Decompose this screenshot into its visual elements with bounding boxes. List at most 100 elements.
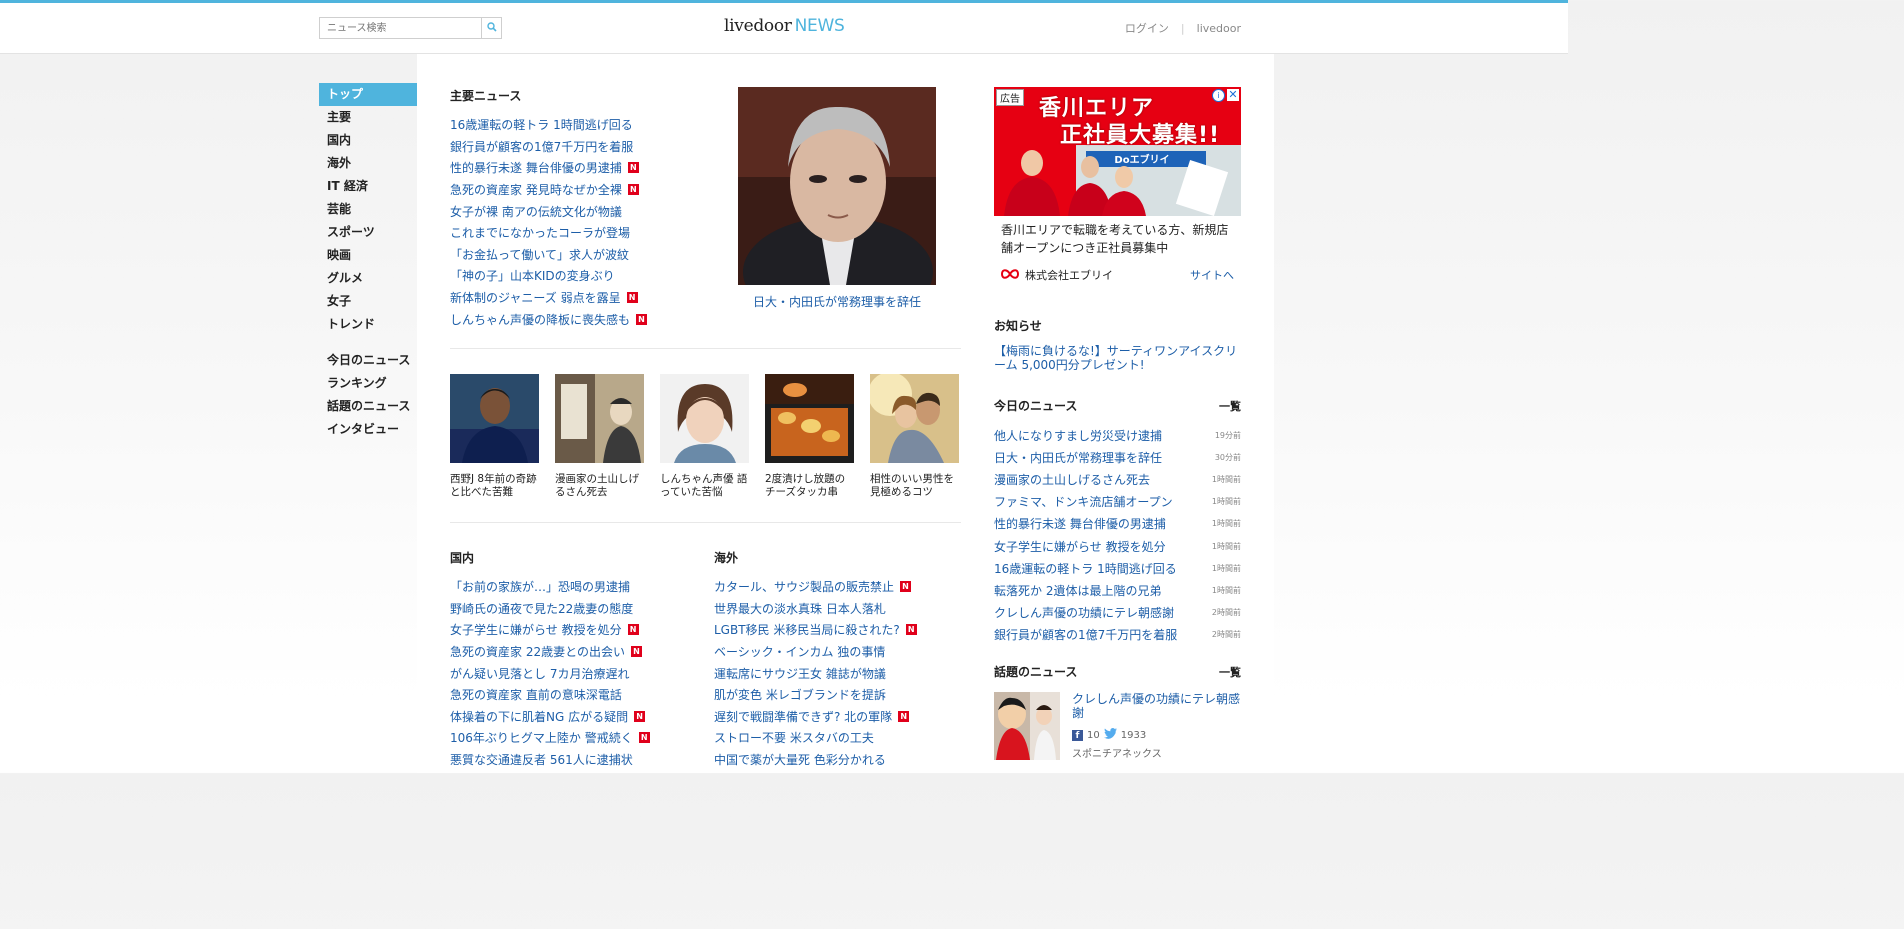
news-link[interactable]: 16歳運転の軽トラ 1時間逃げ回る [450,116,633,133]
ad-site-link[interactable]: サイトへ [1190,267,1234,283]
feature-photo[interactable] [738,87,936,285]
logo-secondary: NEWS [794,16,845,36]
today-news-section: 今日のニュース 一覧 他人になりすまし労災受け逮捕 19分前 日大・内田氏が常務理事… [994,397,1241,646]
news-link[interactable]: 野崎氏の通夜で見た22歳妻の態度 [450,600,633,617]
today-news-link[interactable]: クレしん声優の功績にテレ朝感謝 [994,604,1174,621]
photo-news-title[interactable]: 漫画家の土山しげるさん死去 [555,473,644,499]
today-news-link[interactable]: 銀行員が顧客の1億7千万円を着服 [994,626,1177,643]
sidebar-item-gourmet[interactable]: グルメ [319,267,417,290]
sidebar-item-sports[interactable]: スポーツ [319,221,417,244]
new-badge: N [898,710,910,722]
sidebar-item-overseas[interactable]: 海外 [319,152,417,175]
news-link[interactable]: ストロー不要 米スタバの工夫 [714,729,874,746]
today-news-more-link[interactable]: 一覧 [1219,398,1241,414]
news-link[interactable]: 中国で薬が大量死 色彩分かれる [714,751,886,768]
today-news-link[interactable]: 性的暴行未遂 舞台俳優の男逮捕 [994,515,1166,532]
news-link[interactable]: 遅刻で戦闘準備できず? 北の軍隊 [714,708,892,725]
photo-news-item[interactable]: 漫画家の土山しげるさん死去 [555,374,644,499]
photo-news-title[interactable]: 2度漬けし放題のチーズタッカ串 [765,473,854,499]
news-link[interactable]: 女子が裸 南アの伝統文化が物議 [450,203,622,220]
sidebar-item-women[interactable]: 女子 [319,290,417,313]
ad-info-icon[interactable]: i [1212,89,1225,102]
news-link[interactable]: 運転席にサウジ王女 雑誌が物議 [714,665,886,682]
news-link[interactable]: 急死の資産家 22歳妻との出会い [450,643,625,660]
topic-news-image[interactable] [994,692,1060,760]
news-link[interactable]: 性的暴行未遂 舞台俳優の男逮捕 [450,159,622,176]
news-link[interactable]: 銀行員が顧客の1億7千万円を着服 [450,138,633,155]
sidebar-item-movies[interactable]: 映画 [319,244,417,267]
today-news-link[interactable]: 他人になりすまし労災受け逮捕 [994,427,1162,444]
photo-news-image[interactable] [765,374,854,463]
facebook-icon[interactable]: f [1072,729,1083,741]
today-news-link[interactable]: 漫画家の土山しげるさん死去 [994,471,1150,488]
notice-link[interactable]: 【梅雨に負けるな!】サーティワンアイスクリーム 5,000円分プレゼント! [994,344,1241,372]
sidebar-item-entertainment[interactable]: 芸能 [319,198,417,221]
news-link[interactable]: 106年ぶりヒグマ上陸か 警戒続く [450,729,633,746]
search-input[interactable] [320,18,481,38]
today-news-link[interactable]: ファミマ、ドンキ流店舗オープン [994,493,1173,510]
today-news-link[interactable]: 女子学生に嫌がらせ 教授を処分 [994,538,1166,555]
news-link[interactable]: 急死の資産家 発見時なぜか全裸 [450,181,622,198]
topic-news-item[interactable]: クレしん声優の功績にテレ朝感謝 f 10 1933 スポニチアネックス [994,692,1241,760]
ad-block: Doエブリイ 広告 i ✕ 香川エリア 正社員大募集!! 香川エリアで転職を考え… [994,87,1241,283]
sidebar-item-major[interactable]: 主要 [319,106,417,129]
news-list-item: 遅刻で戦闘準備できず? 北の軍隊 N [714,706,954,728]
news-link[interactable]: これまでになかったコーラが登場 [450,224,630,241]
livedoor-link[interactable]: livedoor [1197,22,1241,35]
news-link[interactable]: 「お前の家族が…」恐喝の男逮捕 [450,578,630,595]
search-button[interactable] [481,18,501,38]
domestic-news-title[interactable]: 国内 [450,549,690,566]
sidebar-item-it-economy[interactable]: IT 経済 [319,175,417,198]
photo-news-title[interactable]: しんちゃん声優 語っていた苦悩 [660,473,749,499]
photo-news-item[interactable]: しんちゃん声優 語っていた苦悩 [660,374,749,499]
news-link[interactable]: 新体制のジャニーズ 弱点を露呈 [450,289,621,306]
today-news-link[interactable]: 日大・内田氏が常務理事を辞任 [994,449,1162,466]
sidebar-item-ranking[interactable]: ランキング [319,372,417,395]
ad-text[interactable]: 香川エリアで転職を考えている方、新規店舗オープンにつき正社員募集中 [994,216,1241,257]
news-link[interactable]: 世界最大の淡水真珠 日本人落札 [714,600,886,617]
photo-news-item[interactable]: 2度漬けし放題のチーズタッカ串 [765,374,854,499]
today-news-link[interactable]: 16歳運転の軽トラ 1時間逃げ回る [994,560,1177,577]
timestamp: 2時間前 [1211,608,1241,618]
photo-news-image[interactable] [555,374,644,463]
photo-news-title[interactable]: 相性のいい男性を見極めるコツ [870,473,959,499]
sidebar-item-today[interactable]: 今日のニュース [319,349,417,372]
news-link[interactable]: しんちゃん声優の降板に喪失感も [450,311,630,328]
sidebar-item-trend[interactable]: トレンド [319,313,417,336]
ad-banner[interactable]: Doエブリイ 広告 i ✕ 香川エリア 正社員大募集!! [994,87,1241,216]
topic-news-link[interactable]: クレしん声優の功績にテレ朝感謝 [1072,692,1241,720]
news-link[interactable]: 体操着の下に肌着NG 広がる疑問 [450,708,628,725]
feature-caption[interactable]: 日大・内田氏が常務理事を辞任 [738,293,936,310]
today-news-link[interactable]: 転落死か 2遺体は最上階の兄弟 [994,582,1161,599]
ad-close-icon[interactable]: ✕ [1227,89,1239,101]
photo-news-title[interactable]: 西野J 8年前の奇跡と比べた苦難 [450,473,539,499]
news-link[interactable]: ベーシック・インカム 独の事情 [714,643,885,660]
overseas-news-title[interactable]: 海外 [714,549,954,566]
news-link[interactable]: カタール、サウジ製品の販売禁止 [714,578,894,595]
news-link[interactable]: 肌が変色 米レゴブランドを提訴 [714,686,886,703]
news-link[interactable]: がん疑い見落とし 7カ月治療遅れ [450,665,629,682]
login-link[interactable]: ログイン [1125,20,1169,36]
news-list-item: 悪質な交通違反者 561人に逮捕状 [450,749,690,771]
news-link[interactable]: 悪質な交通違反者 561人に逮捕状 [450,751,633,768]
header-divider: | [1180,21,1185,35]
site-logo[interactable]: livedoor NEWS [724,16,845,36]
photo-news-image[interactable] [870,374,959,463]
feature-story[interactable]: 日大・内田氏が常務理事を辞任 [738,87,936,310]
sidebar-item-top[interactable]: トップ [319,83,417,106]
twitter-icon[interactable] [1103,728,1117,742]
sidebar-item-interview[interactable]: インタビュー [319,418,417,441]
sidebar-item-domestic[interactable]: 国内 [319,129,417,152]
news-link[interactable]: 女子学生に嫌がらせ 教授を処分 [450,621,622,638]
sidebar-item-topics[interactable]: 話題のニュース [319,395,417,418]
news-link[interactable]: LGBT移民 米移民当局に殺された? [714,621,900,638]
news-link[interactable]: 「神の子」山本KIDの変身ぶり [450,267,615,284]
news-link[interactable]: 「お金払って働いて」求人が波紋 [450,246,629,263]
photo-news-image[interactable] [450,374,539,463]
news-link[interactable]: 急死の資産家 直前の意味深電話 [450,686,622,703]
photo-news-image[interactable] [660,374,749,463]
topic-news-more-link[interactable]: 一覧 [1219,664,1241,680]
photo-news-item[interactable]: 相性のいい男性を見極めるコツ [870,374,959,499]
photo-news-item[interactable]: 西野J 8年前の奇跡と比べた苦難 [450,374,539,499]
news-list-item: 16歳運転の軽トラ 1時間逃げ回る [450,114,710,136]
